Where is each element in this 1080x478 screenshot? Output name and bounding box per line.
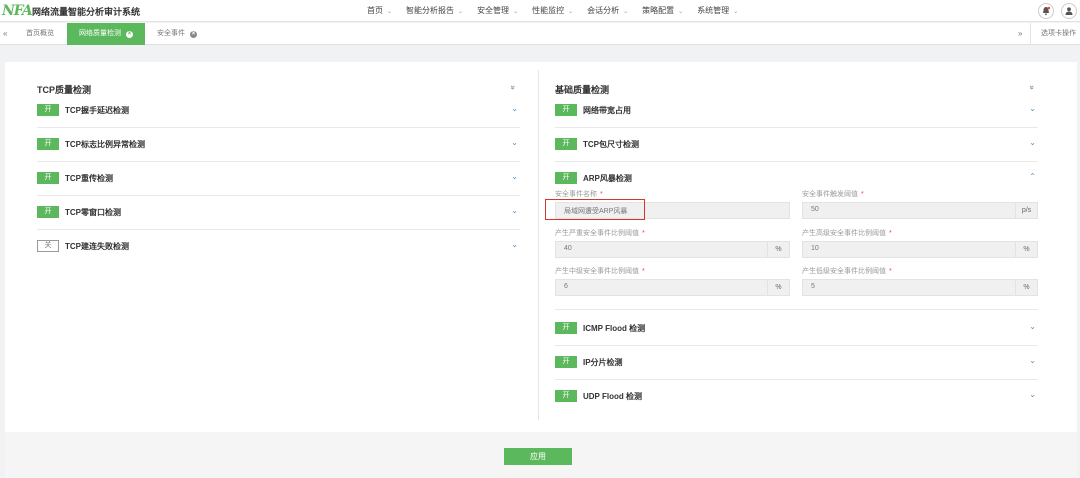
logo: NFA xyxy=(2,3,33,19)
nav-system[interactable]: 系统管理 ⌄ xyxy=(690,0,745,22)
tab-network-quality[interactable]: 网络质量检测 × xyxy=(67,23,145,45)
chevron-down-icon: ⌄ xyxy=(458,9,464,15)
row-label: TCP包尺寸检测 xyxy=(583,140,639,149)
app-title: 网络流量智能分析审计系统 xyxy=(32,7,141,17)
user-icon[interactable] xyxy=(1061,3,1077,19)
high-threshold-label: 产生高级安全事件比例阈值 * xyxy=(802,230,892,237)
logo-mark: NFA xyxy=(2,3,33,19)
row-tcp-zero-window[interactable]: 开 TCP零窗口检测 ⌄ xyxy=(37,196,520,230)
chevron-down-icon[interactable]: ⌄ xyxy=(1029,356,1036,365)
medium-threshold-label: 产生中级安全事件比例阈值 * xyxy=(555,268,645,275)
bell-icon[interactable] xyxy=(1038,3,1054,19)
row-label: IP分片检测 xyxy=(583,358,623,367)
row-label: ARP风暴检测 xyxy=(583,174,632,183)
chevron-down-icon: ⌄ xyxy=(387,9,393,15)
chevron-down-icon: ⌄ xyxy=(568,9,574,15)
unit-label: % xyxy=(1015,242,1037,257)
toggle-switch[interactable]: 关 xyxy=(37,240,59,252)
column-divider xyxy=(538,70,539,420)
row-icmp-flood[interactable]: 开 ICMP Flood 检测 ⌄ xyxy=(555,312,1038,346)
nav-home[interactable]: 首页 ⌄ xyxy=(360,0,399,22)
close-icon[interactable]: × xyxy=(126,31,133,38)
row-label: TCP重传检测 xyxy=(65,174,113,183)
chevron-down-icon: ⌄ xyxy=(513,9,519,15)
high-threshold-field[interactable]: 10 % xyxy=(802,241,1038,258)
row-label: TCP零窗口检测 xyxy=(65,208,121,217)
chevron-down-icon: ⌄ xyxy=(678,9,684,15)
toggle-switch[interactable]: 开 xyxy=(555,390,577,402)
row-tcp-handshake[interactable]: 开 TCP握手延迟检测 ⌄ xyxy=(37,94,520,128)
row-label: TCP握手延迟检测 xyxy=(65,106,129,115)
tab-home-overview[interactable]: 首页概览 xyxy=(26,23,54,45)
toggle-switch[interactable]: 开 xyxy=(555,172,577,184)
row-tcp-packet-size[interactable]: 开 TCP包尺寸检测 ⌄ xyxy=(555,128,1038,162)
chevron-down-icon[interactable]: ⌄ xyxy=(1029,138,1036,147)
row-ip-fragment[interactable]: 开 IP分片检测 ⌄ xyxy=(555,346,1038,380)
medium-threshold-field[interactable]: 6 % xyxy=(555,279,790,296)
row-tcp-flag-ratio[interactable]: 开 TCP标志比例异常检测 ⌄ xyxy=(37,128,520,162)
chevron-down-icon[interactable]: ⌄ xyxy=(511,104,518,113)
unit-label: % xyxy=(767,280,789,295)
low-threshold-label: 产生低级安全事件比例阈值 * xyxy=(802,268,892,275)
toggle-switch[interactable]: 开 xyxy=(37,104,59,116)
tab-label: 网络质量检测 xyxy=(79,30,121,37)
chevron-down-icon: ⌄ xyxy=(733,9,739,15)
unit-label: % xyxy=(767,242,789,257)
toggle-switch[interactable]: 开 xyxy=(37,172,59,184)
tab-options-menu[interactable]: 选项卡操作 xyxy=(1030,23,1080,45)
main-nav: 首页 ⌄ 智能分析报告 ⌄ 安全管理 ⌄ 性能监控 ⌄ 会话分析 ⌄ 策略配置 ⌄ 系统管理… xyxy=(360,0,745,22)
row-label: UDP Flood 检测 xyxy=(583,392,642,401)
row-udp-flood[interactable]: 开 UDP Flood 检测 ⌄ xyxy=(555,380,1038,414)
chevron-down-icon[interactable]: ⌄ xyxy=(1029,322,1036,331)
toggle-switch[interactable]: 开 xyxy=(555,138,577,150)
collapse-all-icon[interactable]: » xyxy=(509,85,518,89)
apply-button[interactable]: 应用 xyxy=(504,448,572,465)
tab-bar: « 首页概览 网络质量检测 × 安全事件 × » 选项卡操作 xyxy=(0,23,1080,45)
tab-scroll-right-icon[interactable]: » xyxy=(1018,23,1022,45)
unit-label: p/s xyxy=(1015,203,1037,218)
collapse-all-icon[interactable]: » xyxy=(1028,85,1037,89)
tab-security-events[interactable]: 安全事件 × xyxy=(157,23,197,45)
highlight-box xyxy=(545,199,645,220)
toggle-switch[interactable]: 开 xyxy=(37,206,59,218)
top-header: NFA 网络流量智能分析审计系统 首页 ⌄ 智能分析报告 ⌄ 安全管理 ⌄ 性能监控 ⌄… xyxy=(0,0,1080,22)
toggle-switch[interactable]: 开 xyxy=(555,104,577,116)
nav-security[interactable]: 安全管理 ⌄ xyxy=(470,0,525,22)
trigger-threshold-field[interactable]: 50 p/s xyxy=(802,202,1038,219)
nav-performance[interactable]: 性能监控 ⌄ xyxy=(525,0,580,22)
toggle-switch[interactable]: 开 xyxy=(37,138,59,150)
row-label: ICMP Flood 检测 xyxy=(583,324,646,333)
chevron-down-icon[interactable]: ⌄ xyxy=(511,206,518,215)
low-threshold-field[interactable]: 5 % xyxy=(802,279,1038,296)
nav-analysis-report[interactable]: 智能分析报告 ⌄ xyxy=(399,0,470,22)
row-label: 网络带宽占用 xyxy=(583,106,631,115)
severe-threshold-field[interactable]: 40 % xyxy=(555,241,790,258)
chevron-down-icon[interactable]: ⌄ xyxy=(511,138,518,147)
row-tcp-retransmit[interactable]: 开 TCP重传检测 ⌄ xyxy=(37,162,520,196)
chevron-down-icon[interactable]: ⌄ xyxy=(1029,104,1036,113)
severe-threshold-label: 产生严重安全事件比例阈值 * xyxy=(555,230,645,237)
event-name-label: 安全事件名称 * xyxy=(555,191,603,198)
tab-label: 安全事件 xyxy=(157,30,185,37)
nav-session[interactable]: 会话分析 ⌄ xyxy=(580,0,635,22)
unit-label: % xyxy=(1015,280,1037,295)
toggle-switch[interactable]: 开 xyxy=(555,322,577,334)
chevron-down-icon: ⌄ xyxy=(623,9,629,15)
close-icon[interactable]: × xyxy=(190,31,197,38)
row-tcp-connect-fail[interactable]: 关 TCP建连失败检测 ⌄ xyxy=(37,230,520,264)
row-label: TCP标志比例异常检测 xyxy=(65,140,145,149)
chevron-down-icon[interactable]: ⌄ xyxy=(1029,390,1036,399)
toggle-switch[interactable]: 开 xyxy=(555,356,577,368)
tab-scroll-left-icon[interactable]: « xyxy=(3,23,7,45)
trigger-threshold-label: 安全事件触发阈值 * xyxy=(802,191,864,198)
row-bandwidth[interactable]: 开 网络带宽占用 ⌄ xyxy=(555,94,1038,128)
row-label: TCP建连失败检测 xyxy=(65,242,129,251)
chevron-down-icon[interactable]: ⌄ xyxy=(511,240,518,249)
chevron-up-icon[interactable]: ⌃ xyxy=(1029,172,1036,181)
chevron-down-icon[interactable]: ⌄ xyxy=(511,172,518,181)
nav-policy[interactable]: 策略配置 ⌄ xyxy=(635,0,690,22)
